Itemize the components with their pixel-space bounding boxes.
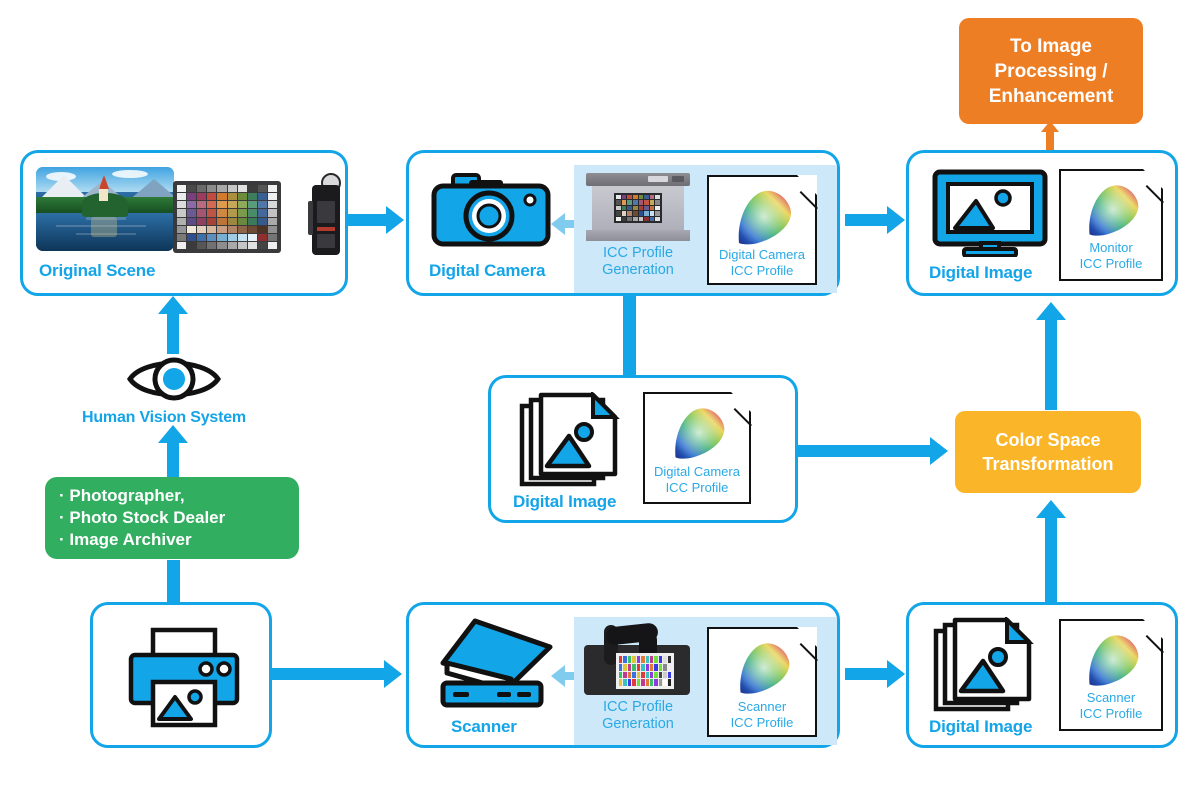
monitor-profile-label: Monitor ICC Profile [1079, 240, 1143, 271]
to-image-processing-line1: To Image [1010, 35, 1092, 57]
original-scene-label: Original Scene [39, 261, 156, 280]
scanner-icc-profile-sheet[interactable]: Scanner ICC Profile [707, 626, 835, 737]
scanner-icon [435, 617, 557, 713]
monitor-icc-profile-sheet[interactable]: Monitor ICC Profile [1059, 168, 1181, 281]
to-image-processing-line2: Processing / [994, 60, 1108, 82]
to-image-processing-line3: Enhancement [988, 85, 1114, 107]
scanner-target-icon [584, 622, 690, 697]
booth-color-target [614, 193, 662, 223]
monitor-icon [931, 169, 1049, 258]
gamut-icon [1082, 181, 1144, 237]
scanner-icc-profile-generation-panel: ICC Profile Generation Scanner ICC Profi… [574, 617, 837, 745]
scanner-profile-label-output: Scanner ICC Profile [1079, 690, 1143, 721]
connector-printer-to-stakeholders [167, 560, 180, 608]
digital-image-scanner-box[interactable]: Digital Image Scanner ICC Profile [906, 602, 1181, 748]
camera-icon [431, 171, 551, 249]
light-meter-icon [308, 173, 344, 257]
arrow-transform-to-monitor-image [1036, 302, 1066, 410]
arrow-printer-to-scanner [272, 660, 406, 688]
digital-camera-profile-label: Digital Camera ICC Profile [719, 247, 805, 278]
scanner-profile-label: Scanner ICC Profile [730, 699, 794, 730]
digital-image-center-box[interactable]: Digital Image Digital Camera ICC Profile [488, 375, 798, 523]
digital-image-monitor-label: Digital Image [929, 263, 1033, 282]
printer-box[interactable] [90, 602, 272, 748]
color-space-transformation-box[interactable]: Color Space Transformation [955, 411, 1141, 493]
connector-camera-to-center-image [623, 296, 636, 376]
to-image-processing-box[interactable]: To Image Processing / Enhancement [959, 18, 1143, 124]
digital-image-scanner-label: Digital Image [929, 717, 1033, 736]
gamut-icon [1082, 631, 1144, 687]
viewing-booth-icon [586, 173, 690, 241]
digital-camera-icc-profile-sheet[interactable]: Digital Camera ICC Profile [707, 174, 835, 285]
arrow-scanner-to-digital-image [845, 660, 907, 688]
color-checker-chart [173, 181, 281, 253]
arrow-scanner-image-to-transform [1036, 500, 1066, 608]
arrow-camera-to-digital-image [845, 206, 907, 234]
workflow-diagram: To Image Processing / Enhancement Origin… [0, 0, 1200, 792]
stakeholder-item: · Image Archiver [59, 530, 192, 549]
eye-icon [126, 352, 222, 406]
original-scene-box[interactable]: Original Scene [20, 150, 348, 296]
color-space-transformation-line1: Color Space [995, 430, 1101, 450]
gamut-icon [731, 187, 797, 245]
stakeholder-item: · Photographer, [59, 486, 185, 505]
arrow-vision-to-scene [158, 296, 188, 354]
arrow-center-image-to-transform [792, 437, 952, 465]
landscape-photo [36, 167, 174, 251]
arrow-scene-to-camera [348, 206, 406, 234]
gamut-icon [668, 404, 730, 460]
color-space-transformation-line2: Transformation [982, 454, 1114, 474]
scanner-color-target [619, 656, 671, 686]
digital-image-center-label: Digital Image [513, 492, 617, 511]
arrow-to-image-processing [1041, 121, 1061, 151]
scanner-box[interactable]: Scanner ICC Profile Generation Scanner I… [406, 602, 840, 748]
scanner-icc-generation-label: ICC Profile Generation [602, 699, 674, 732]
printer-icon [127, 627, 243, 729]
camera-icc-profile-generation-panel: ICC Profile Generation Digital Camera IC… [574, 165, 837, 293]
digital-camera-box[interactable]: Digital Camera ICC Profile Generation Di… [406, 150, 840, 296]
scanner-icc-profile-sheet-output[interactable]: Scanner ICC Profile [1059, 618, 1181, 731]
gamut-icon [733, 639, 795, 695]
digital-camera-label: Digital Camera [429, 261, 546, 280]
digital-image-monitor-box[interactable]: Digital Image Monitor ICC Profile [906, 150, 1181, 296]
stacked-image-documents-icon [519, 390, 629, 488]
scanner-label: Scanner [451, 717, 517, 736]
human-vision-system-label: Human Vision System [82, 409, 246, 426]
digital-camera-profile-label-center: Digital Camera ICC Profile [654, 464, 740, 495]
stakeholder-item: · Photo Stock Dealer [59, 508, 226, 527]
stacked-image-documents-icon [933, 615, 1043, 713]
camera-icc-generation-label: ICC Profile Generation [602, 245, 674, 278]
arrow-stakeholders-to-vision [158, 425, 188, 483]
digital-camera-icc-profile-sheet-center[interactable]: Digital Camera ICC Profile [643, 391, 769, 504]
stakeholders-box[interactable]: · Photographer, · Photo Stock Dealer · I… [45, 477, 299, 559]
